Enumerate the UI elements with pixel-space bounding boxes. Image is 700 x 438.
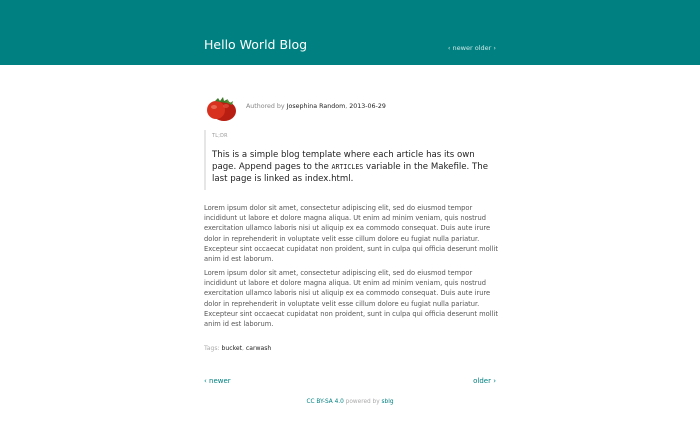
header-pagination: ‹ newer older › xyxy=(448,44,496,52)
byline-separator: , xyxy=(345,103,348,110)
engine-link[interactable]: sblg xyxy=(382,399,394,405)
tags-label: Tags: xyxy=(204,345,220,352)
site-header: Hello World Blog ‹ newer older › xyxy=(0,0,700,65)
article-date: 2013-06-29 xyxy=(349,103,386,110)
article-tags: Tags: bucket, carwash xyxy=(204,345,271,352)
article-paragraph: Lorem ipsum dolor sit amet, consectetur … xyxy=(204,204,498,264)
summary-code: ARTICLES xyxy=(331,163,364,171)
newer-link[interactable]: ‹ newer xyxy=(204,377,231,385)
tldr-label: TL;DR xyxy=(212,134,228,139)
article-byline: Authored by Josephina Random, 2013-06-29 xyxy=(246,103,386,110)
tag-link-bucket[interactable]: bucket xyxy=(221,345,242,352)
tag-link-carwash[interactable]: carwash xyxy=(246,345,271,352)
nav-suffix: › xyxy=(493,44,496,52)
nav-prefix: ‹ xyxy=(447,44,451,52)
header-older-link[interactable]: older xyxy=(475,44,492,52)
header-newer-link[interactable]: newer xyxy=(453,44,473,52)
powered-by-text: powered by xyxy=(345,399,380,405)
byline-label: Authored by xyxy=(246,103,285,110)
license-link[interactable]: CC BY-SA 4.0 xyxy=(306,399,343,405)
summary-text: This is a simple blog template where eac… xyxy=(212,149,500,185)
article-summary: TL;DR This is a simple blog template whe… xyxy=(204,130,500,190)
site-title-link[interactable]: Hello World Blog xyxy=(204,37,307,52)
tag-separator: , xyxy=(242,345,244,352)
article-paragraph: Lorem ipsum dolor sit amet, consectetur … xyxy=(204,269,498,329)
author-name: Josephina Random xyxy=(286,103,346,110)
site-footer: CC BY-SA 4.0 powered by sblg xyxy=(0,399,700,405)
older-link[interactable]: older › xyxy=(473,377,496,385)
tomato-icon xyxy=(207,97,236,121)
